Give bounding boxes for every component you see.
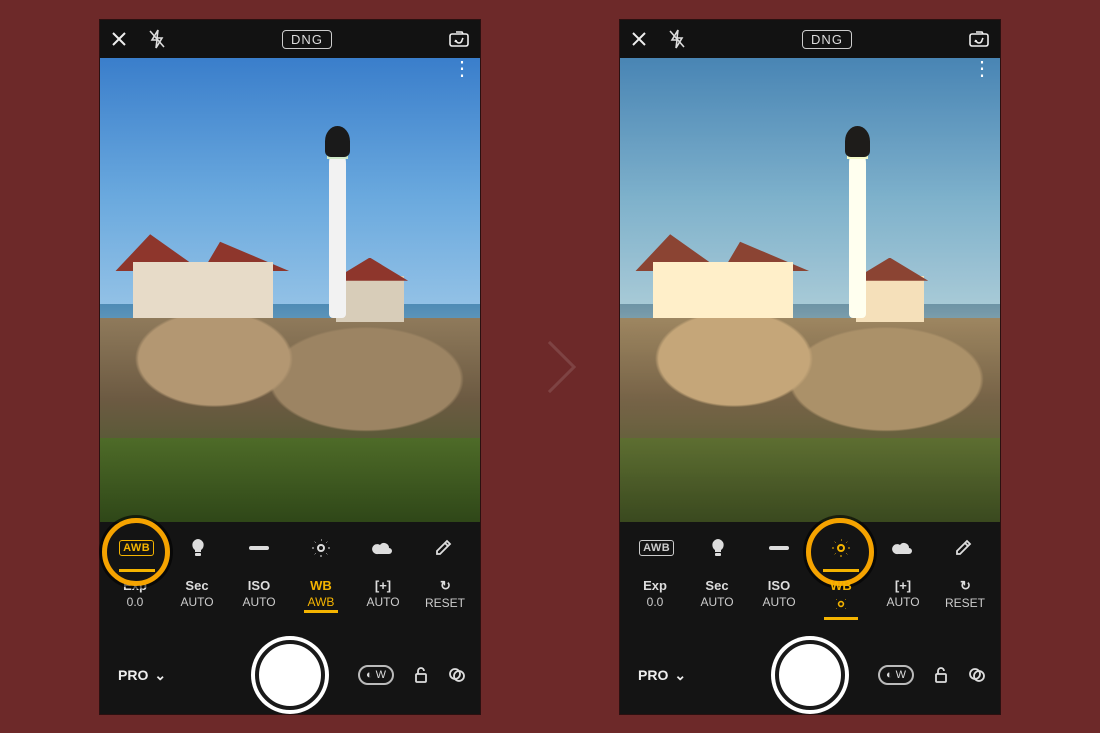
white-balance-presets-row: AWB	[100, 522, 480, 574]
mode-label: PRO	[638, 667, 668, 683]
bulb-icon	[189, 538, 207, 558]
transition-arrow-icon	[524, 340, 576, 392]
chevron-down-icon: ⌄	[674, 667, 686, 684]
pro-control-white-balance[interactable]: WB AWB	[294, 578, 348, 609]
sun-icon	[834, 597, 848, 611]
bulb-icon	[709, 538, 727, 558]
wb-preset-cloudy[interactable]	[356, 528, 408, 568]
lens-label: W	[376, 669, 386, 681]
awb-label: AWB	[639, 540, 674, 556]
lens-label: W	[896, 669, 906, 681]
lock-open-icon[interactable]	[412, 666, 430, 684]
wb-preset-custom[interactable]	[937, 528, 989, 568]
pro-control-iso[interactable]: ISO AUTO	[232, 578, 286, 609]
camera-top-bar: DNG	[620, 20, 1000, 58]
wb-preset-daylight[interactable]	[295, 528, 347, 568]
wb-preset-fluorescent[interactable]	[233, 528, 285, 568]
flash-off-icon[interactable]	[668, 29, 686, 49]
wb-preset-awb[interactable]: AWB	[111, 528, 163, 568]
wb-preset-cloudy[interactable]	[876, 528, 928, 568]
pro-control-shutter-speed[interactable]: SecAUTO	[690, 578, 744, 609]
wb-preset-daylight[interactable]	[815, 528, 867, 568]
fluorescent-icon	[247, 543, 271, 553]
mode-selector[interactable]: PRO ⌄	[118, 667, 166, 684]
pro-controls-row: Exp0.0 SecAUTO ISOAUTO WB [+]AUTO ↺RESET	[620, 574, 1000, 636]
mode-label: PRO	[118, 667, 148, 683]
cloud-icon	[371, 541, 393, 555]
reset-icon: ↺	[440, 578, 451, 594]
close-icon[interactable]	[630, 30, 648, 48]
pro-control-focus[interactable]: [+]AUTO	[876, 578, 930, 609]
cloud-icon	[891, 541, 913, 555]
pro-control-focus[interactable]: [+] AUTO	[356, 578, 410, 609]
eyedropper-icon	[954, 539, 972, 557]
camera-top-bar: DNG	[100, 20, 480, 58]
pro-control-reset[interactable]: ↺ RESET	[418, 578, 472, 610]
reset-icon: ↺	[960, 578, 971, 594]
more-options-icon[interactable]: ⋮	[452, 66, 472, 72]
wb-preset-custom[interactable]	[417, 528, 469, 568]
wb-preset-fluorescent[interactable]	[753, 528, 805, 568]
file-format-pill[interactable]: DNG	[282, 30, 332, 49]
switch-camera-icon[interactable]	[968, 30, 990, 48]
more-options-icon[interactable]: ⋮	[972, 66, 992, 72]
scene-preview	[100, 58, 480, 522]
fluorescent-icon	[767, 543, 791, 553]
chevron-down-icon: ⌄	[154, 667, 166, 684]
white-balance-presets-row: AWB	[620, 522, 1000, 574]
lens-toggle[interactable]: ◐W	[878, 665, 914, 685]
flash-off-icon[interactable]	[148, 29, 166, 49]
camera-viewfinder[interactable]: ⋮	[100, 58, 480, 522]
pro-control-reset[interactable]: ↺RESET	[938, 578, 992, 610]
wb-preset-incandescent[interactable]	[692, 528, 744, 568]
lens-toggle[interactable]: ◐ W	[358, 665, 394, 685]
wb-preset-awb[interactable]: AWB	[631, 528, 683, 568]
phone-screenshot-after: DNG ⋮ AWB Exp0.0 SecAUTO ISOAUTO WB [+]A…	[620, 20, 1000, 714]
close-icon[interactable]	[110, 30, 128, 48]
filters-icon[interactable]	[968, 666, 986, 684]
camera-bottom-bar: PRO ⌄ ◐ W	[100, 636, 480, 714]
pro-control-shutter-speed[interactable]: Sec AUTO	[170, 578, 224, 609]
phone-screenshot-before: DNG ⋮ AWB	[100, 20, 480, 714]
shutter-button[interactable]	[775, 640, 845, 710]
mode-selector[interactable]: PRO ⌄	[638, 667, 686, 684]
lens-icon: ◐	[886, 669, 893, 681]
switch-camera-icon[interactable]	[448, 30, 470, 48]
pro-control-exposure[interactable]: Exp 0.0	[108, 578, 162, 609]
sun-icon	[832, 539, 850, 557]
pro-control-exposure[interactable]: Exp0.0	[628, 578, 682, 609]
lock-open-icon[interactable]	[932, 666, 950, 684]
wb-preset-incandescent[interactable]	[172, 528, 224, 568]
pro-controls-row: Exp 0.0 Sec AUTO ISO AUTO WB AWB [+] AUT…	[100, 574, 480, 636]
awb-label: AWB	[119, 540, 154, 556]
eyedropper-icon	[434, 539, 452, 557]
sun-icon	[312, 539, 330, 557]
camera-viewfinder[interactable]: ⋮	[620, 58, 1000, 522]
camera-bottom-bar: PRO ⌄ ◐W	[620, 636, 1000, 714]
pro-control-white-balance[interactable]: WB	[814, 578, 868, 616]
lens-icon: ◐	[366, 669, 373, 681]
pro-control-iso[interactable]: ISOAUTO	[752, 578, 806, 609]
shutter-button[interactable]	[255, 640, 325, 710]
filters-icon[interactable]	[448, 666, 466, 684]
file-format-pill[interactable]: DNG	[802, 30, 852, 49]
scene-preview	[620, 58, 1000, 522]
